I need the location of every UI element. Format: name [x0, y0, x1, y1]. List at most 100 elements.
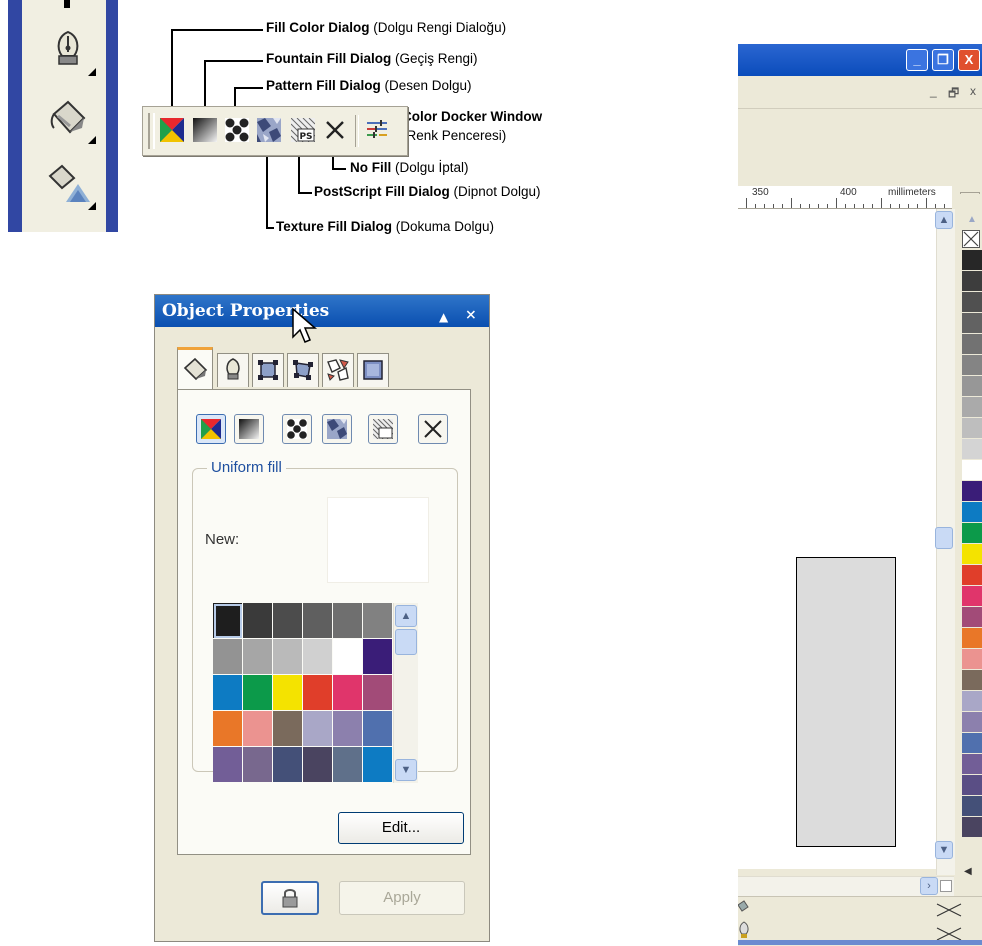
restore-button[interactable]: ❐: [932, 49, 954, 71]
uniform-fill-button[interactable]: [196, 414, 226, 444]
tab-general[interactable]: [252, 353, 284, 387]
palette-swatch[interactable]: [243, 639, 273, 675]
horizontal-scrollbar[interactable]: ›: [738, 876, 954, 897]
window-title-bar[interactable]: _ ❐ X: [738, 44, 982, 76]
palette-swatch[interactable]: [363, 603, 393, 639]
toolbar-grip[interactable]: [148, 113, 155, 149]
texture-fill-dialog-button[interactable]: [257, 118, 281, 142]
palette-color-swatch[interactable]: [962, 817, 982, 838]
palette-color-swatch[interactable]: [962, 754, 982, 775]
no-fill-button[interactable]: [323, 118, 347, 142]
tab-detail[interactable]: [287, 353, 319, 387]
palette-swatch[interactable]: [333, 675, 363, 711]
palette-color-swatch[interactable]: [962, 250, 982, 271]
vertical-scrollbar[interactable]: ▲ ▼: [935, 209, 955, 875]
palette-swatch[interactable]: [273, 747, 303, 783]
palette-swatch[interactable]: [303, 711, 333, 747]
palette-swatch[interactable]: [273, 603, 303, 639]
pattern-fill-button[interactable]: [282, 414, 312, 444]
apply-button[interactable]: Apply: [339, 881, 465, 915]
postscript-fill-dialog-button[interactable]: PS: [290, 117, 316, 143]
scroll-down-button[interactable]: ▼: [935, 841, 953, 859]
palette-scroll-up-button[interactable]: ▲: [395, 605, 417, 627]
doc-close-button[interactable]: x: [970, 84, 976, 98]
selected-rectangle-object[interactable]: [796, 557, 896, 847]
palette-color-swatch[interactable]: [962, 376, 982, 397]
horizontal-ruler[interactable]: 350 400 millimeters: [738, 186, 952, 209]
color-docker-window-button[interactable]: [365, 118, 389, 142]
palette-color-swatch[interactable]: [962, 418, 982, 439]
palette-color-swatch[interactable]: [962, 439, 982, 460]
palette-swatch[interactable]: [273, 639, 303, 675]
palette-color-swatch[interactable]: [962, 712, 982, 733]
palette-swatch[interactable]: [363, 639, 393, 675]
no-color-swatch[interactable]: [962, 230, 980, 248]
no-fill-button[interactable]: [418, 414, 448, 444]
palette-color-swatch[interactable]: [962, 460, 982, 481]
tab-internet[interactable]: [322, 353, 354, 387]
palette-scrollbar[interactable]: ▲ ▼: [393, 603, 418, 783]
doc-minimize-button[interactable]: _: [930, 84, 937, 98]
fountain-fill-button[interactable]: [234, 414, 264, 444]
palette-color-swatch[interactable]: [962, 607, 982, 628]
palette-color-swatch[interactable]: [962, 586, 982, 607]
docker-close-icon[interactable]: ×: [465, 299, 477, 331]
lock-button[interactable]: [261, 881, 319, 915]
palette-swatch[interactable]: [213, 711, 243, 747]
doc-restore-button[interactable]: 🗗: [948, 84, 959, 105]
palette-color-swatch[interactable]: [962, 565, 982, 586]
postscript-fill-button[interactable]: [368, 414, 398, 444]
palette-color-swatch[interactable]: [962, 649, 982, 670]
interactive-fill-tool-icon[interactable]: [44, 160, 96, 210]
palette-swatch[interactable]: [243, 675, 273, 711]
palette-color-swatch[interactable]: [962, 313, 982, 334]
palette-color-swatch[interactable]: [962, 775, 982, 796]
scroll-thumb[interactable]: [935, 527, 953, 549]
tab-outline[interactable]: [217, 353, 249, 387]
drawing-canvas[interactable]: [738, 209, 936, 869]
palette-swatch[interactable]: [243, 711, 273, 747]
palette-swatch[interactable]: [303, 639, 333, 675]
palette-color-swatch[interactable]: [962, 292, 982, 313]
scroll-right-button[interactable]: ›: [920, 877, 938, 895]
fill-bucket-tool-icon[interactable]: [44, 94, 96, 144]
palette-up-icon[interactable]: ▲: [962, 214, 982, 228]
minimize-button[interactable]: _: [906, 49, 928, 71]
palette-swatch[interactable]: [243, 603, 273, 639]
palette-swatch[interactable]: [213, 603, 243, 639]
palette-scroll-thumb[interactable]: [395, 629, 417, 655]
palette-swatch[interactable]: [213, 747, 243, 783]
palette-color-swatch[interactable]: [962, 670, 982, 691]
palette-swatch[interactable]: [273, 711, 303, 747]
palette-swatch[interactable]: [303, 747, 333, 783]
palette-color-swatch[interactable]: [962, 733, 982, 754]
close-button[interactable]: X: [958, 49, 980, 71]
palette-swatch[interactable]: [363, 747, 393, 783]
palette-scroll-down-button[interactable]: ▼: [395, 759, 417, 781]
palette-swatch[interactable]: [333, 639, 363, 675]
docker-collapse-icon[interactable]: ▲: [439, 301, 448, 333]
previous-tool-fragment[interactable]: [44, 0, 92, 16]
outline-pen-tool-icon[interactable]: [44, 26, 96, 76]
palette-swatch[interactable]: [333, 603, 363, 639]
fill-color-dialog-button[interactable]: [160, 118, 184, 142]
fountain-fill-dialog-button[interactable]: [193, 118, 217, 142]
palette-color-swatch[interactable]: [962, 502, 982, 523]
palette-color-swatch[interactable]: [962, 271, 982, 292]
texture-fill-button[interactable]: [322, 414, 352, 444]
palette-swatch[interactable]: [303, 603, 333, 639]
palette-swatch[interactable]: [213, 675, 243, 711]
palette-color-swatch[interactable]: [962, 796, 982, 817]
palette-swatch[interactable]: [333, 747, 363, 783]
pattern-fill-dialog-button[interactable]: [225, 118, 249, 142]
palette-color-swatch[interactable]: [962, 628, 982, 649]
palette-color-swatch[interactable]: [962, 397, 982, 418]
palette-swatch[interactable]: [243, 747, 273, 783]
palette-swatch[interactable]: [333, 711, 363, 747]
palette-swatch[interactable]: [363, 711, 393, 747]
palette-color-swatch[interactable]: [962, 544, 982, 565]
scroll-up-button[interactable]: ▲: [935, 211, 953, 229]
tab-fill[interactable]: [177, 347, 213, 389]
palette-swatch[interactable]: [363, 675, 393, 711]
palette-color-swatch[interactable]: [962, 523, 982, 544]
